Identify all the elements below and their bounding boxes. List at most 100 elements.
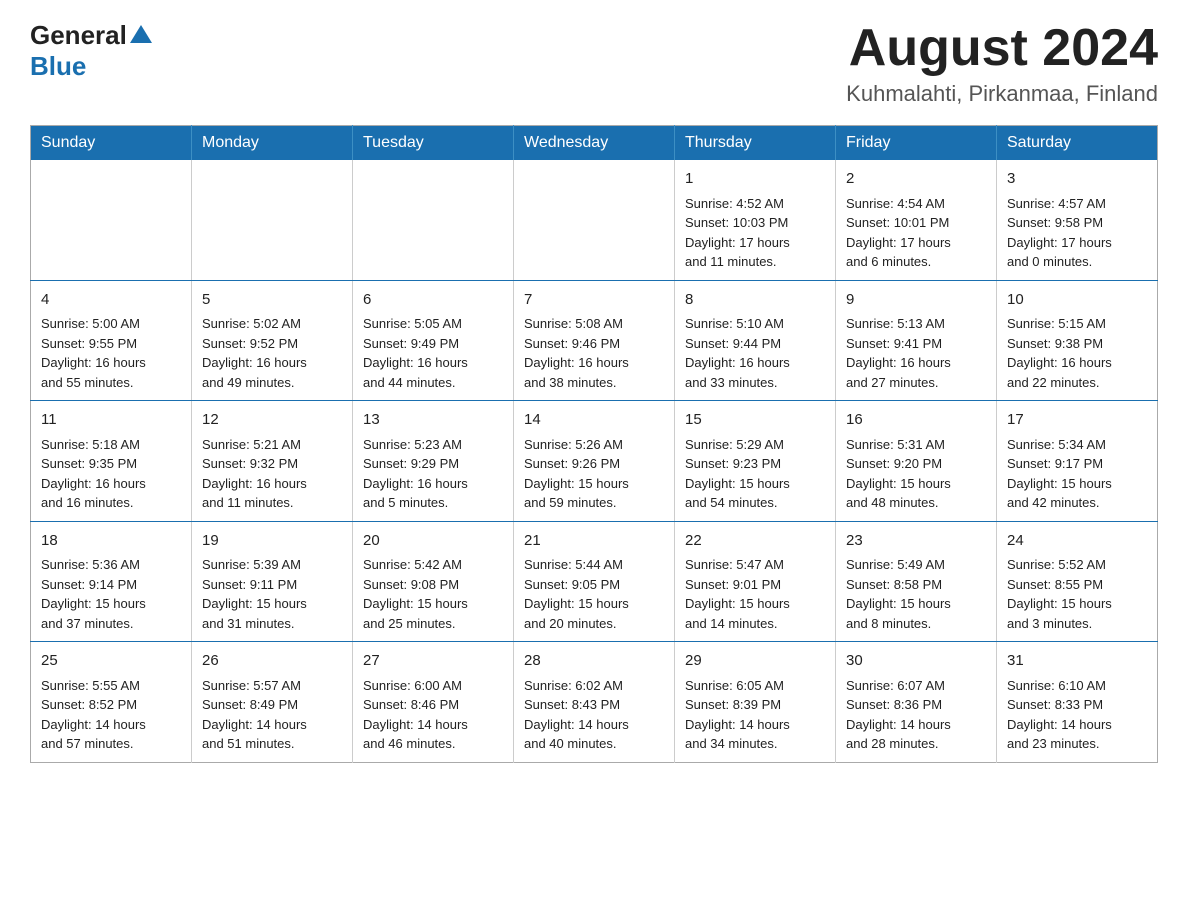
calendar-cell: 30 Sunrise: 6:07 AMSunset: 8:36 PMDayligh… <box>836 642 997 763</box>
day-number: 6 <box>363 289 503 312</box>
day-number: 1 <box>685 168 825 191</box>
day-info: Sunrise: 5:21 AMSunset: 9:32 PMDaylight:… <box>202 435 342 513</box>
day-info: Sunrise: 6:00 AMSunset: 8:46 PMDaylight:… <box>363 676 503 754</box>
calendar-cell: 20Sunrise: 5:42 AMSunset: 9:08 PMDayligh… <box>353 521 514 642</box>
calendar-cell: 13 Sunrise: 5:23 AMSunset: 9:29 PMDayligh… <box>353 401 514 522</box>
header-tuesday: Tuesday <box>353 126 514 161</box>
day-info: Sunrise: 5:44 AMSunset: 9:05 PMDaylight:… <box>524 555 664 633</box>
header-thursday: Thursday <box>675 126 836 161</box>
logo-text-general: General <box>30 20 127 51</box>
day-number: 27 <box>363 650 503 673</box>
day-number: 21 <box>524 530 664 553</box>
calendar-cell: 18Sunrise: 5:36 AMSunset: 9:14 PMDayligh… <box>31 521 192 642</box>
day-info: Sunrise: 4:57 AMSunset: 9:58 PMDaylight:… <box>1007 194 1147 272</box>
day-info: Sunrise: 4:54 AMSunset: 10:01 PMDaylight… <box>846 194 986 272</box>
calendar-cell: 28 Sunrise: 6:02 AMSunset: 8:43 PMDayligh… <box>514 642 675 763</box>
calendar-week-1: 1 Sunrise: 4:52 AMSunset: 10:03 PMDayligh… <box>31 160 1158 280</box>
calendar-cell <box>192 160 353 280</box>
day-info: Sunrise: 5:39 AMSunset: 9:11 PMDaylight:… <box>202 555 342 633</box>
calendar-cell: 7Sunrise: 5:08 AMSunset: 9:46 PMDaylight… <box>514 280 675 401</box>
day-number: 17 <box>1007 409 1147 432</box>
calendar-cell <box>353 160 514 280</box>
day-number: 29 <box>685 650 825 673</box>
page-header: General Blue August 2024 Kuhmalahti, Pir… <box>30 20 1158 107</box>
day-info: Sunrise: 5:52 AMSunset: 8:55 PMDaylight:… <box>1007 555 1147 633</box>
calendar-cell: 2 Sunrise: 4:54 AMSunset: 10:01 PMDayligh… <box>836 160 997 280</box>
calendar-header-row: SundayMondayTuesdayWednesdayThursdayFrid… <box>31 126 1158 161</box>
calendar-cell: 10Sunrise: 5:15 AMSunset: 9:38 PMDayligh… <box>997 280 1158 401</box>
day-number: 2 <box>846 168 986 191</box>
day-number: 28 <box>524 650 664 673</box>
header-saturday: Saturday <box>997 126 1158 161</box>
calendar-table: SundayMondayTuesdayWednesdayThursdayFrid… <box>30 125 1158 763</box>
day-info: Sunrise: 5:18 AMSunset: 9:35 PMDaylight:… <box>41 435 181 513</box>
calendar-cell: 6Sunrise: 5:05 AMSunset: 9:49 PMDaylight… <box>353 280 514 401</box>
calendar-cell: 21Sunrise: 5:44 AMSunset: 9:05 PMDayligh… <box>514 521 675 642</box>
day-info: Sunrise: 5:36 AMSunset: 9:14 PMDaylight:… <box>41 555 181 633</box>
calendar-cell: 26Sunrise: 5:57 AMSunset: 8:49 PMDayligh… <box>192 642 353 763</box>
calendar-cell: 8Sunrise: 5:10 AMSunset: 9:44 PMDaylight… <box>675 280 836 401</box>
calendar-cell: 17 Sunrise: 5:34 AMSunset: 9:17 PMDayligh… <box>997 401 1158 522</box>
day-info: Sunrise: 5:42 AMSunset: 9:08 PMDaylight:… <box>363 555 503 633</box>
day-number: 16 <box>846 409 986 432</box>
calendar-week-5: 25 Sunrise: 5:55 AMSunset: 8:52 PMDayligh… <box>31 642 1158 763</box>
calendar-cell <box>514 160 675 280</box>
calendar-cell: 15 Sunrise: 5:29 AMSunset: 9:23 PMDayligh… <box>675 401 836 522</box>
day-number: 24 <box>1007 530 1147 553</box>
calendar-cell: 9Sunrise: 5:13 AMSunset: 9:41 PMDaylight… <box>836 280 997 401</box>
day-number: 25 <box>41 650 181 673</box>
calendar-cell: 5Sunrise: 5:02 AMSunset: 9:52 PMDaylight… <box>192 280 353 401</box>
day-number: 19 <box>202 530 342 553</box>
day-info: Sunrise: 5:55 AMSunset: 8:52 PMDaylight:… <box>41 676 181 754</box>
day-info: Sunrise: 4:52 AMSunset: 10:03 PMDaylight… <box>685 194 825 272</box>
day-number: 30 <box>846 650 986 673</box>
day-number: 22 <box>685 530 825 553</box>
calendar-cell: 29 Sunrise: 6:05 AMSunset: 8:39 PMDayligh… <box>675 642 836 763</box>
calendar-cell: 19Sunrise: 5:39 AMSunset: 9:11 PMDayligh… <box>192 521 353 642</box>
day-info: Sunrise: 5:10 AMSunset: 9:44 PMDaylight:… <box>685 314 825 392</box>
day-info: Sunrise: 5:13 AMSunset: 9:41 PMDaylight:… <box>846 314 986 392</box>
calendar-cell: 3Sunrise: 4:57 AMSunset: 9:58 PMDaylight… <box>997 160 1158 280</box>
day-info: Sunrise: 5:49 AMSunset: 8:58 PMDaylight:… <box>846 555 986 633</box>
day-info: Sunrise: 6:10 AMSunset: 8:33 PMDaylight:… <box>1007 676 1147 754</box>
day-number: 8 <box>685 289 825 312</box>
title-block: August 2024 Kuhmalahti, Pirkanmaa, Finla… <box>846 20 1158 107</box>
day-number: 18 <box>41 530 181 553</box>
day-info: Sunrise: 5:15 AMSunset: 9:38 PMDaylight:… <box>1007 314 1147 392</box>
day-info: Sunrise: 5:02 AMSunset: 9:52 PMDaylight:… <box>202 314 342 392</box>
day-info: Sunrise: 5:47 AMSunset: 9:01 PMDaylight:… <box>685 555 825 633</box>
day-info: Sunrise: 5:34 AMSunset: 9:17 PMDaylight:… <box>1007 435 1147 513</box>
day-number: 13 <box>363 409 503 432</box>
calendar-cell: 4Sunrise: 5:00 AMSunset: 9:55 PMDaylight… <box>31 280 192 401</box>
calendar-cell <box>31 160 192 280</box>
header-sunday: Sunday <box>31 126 192 161</box>
calendar-cell: 1 Sunrise: 4:52 AMSunset: 10:03 PMDayligh… <box>675 160 836 280</box>
day-number: 7 <box>524 289 664 312</box>
day-number: 5 <box>202 289 342 312</box>
day-number: 31 <box>1007 650 1147 673</box>
day-info: Sunrise: 5:23 AMSunset: 9:29 PMDaylight:… <box>363 435 503 513</box>
header-friday: Friday <box>836 126 997 161</box>
day-info: Sunrise: 5:29 AMSunset: 9:23 PMDaylight:… <box>685 435 825 513</box>
calendar-cell: 14 Sunrise: 5:26 AMSunset: 9:26 PMDayligh… <box>514 401 675 522</box>
calendar-cell: 31 Sunrise: 6:10 AMSunset: 8:33 PMDayligh… <box>997 642 1158 763</box>
calendar-week-4: 18Sunrise: 5:36 AMSunset: 9:14 PMDayligh… <box>31 521 1158 642</box>
day-info: Sunrise: 5:57 AMSunset: 8:49 PMDaylight:… <box>202 676 342 754</box>
calendar-cell: 22Sunrise: 5:47 AMSunset: 9:01 PMDayligh… <box>675 521 836 642</box>
day-info: Sunrise: 5:00 AMSunset: 9:55 PMDaylight:… <box>41 314 181 392</box>
day-number: 14 <box>524 409 664 432</box>
day-info: Sunrise: 6:02 AMSunset: 8:43 PMDaylight:… <box>524 676 664 754</box>
day-number: 20 <box>363 530 503 553</box>
day-info: Sunrise: 6:07 AMSunset: 8:36 PMDaylight:… <box>846 676 986 754</box>
day-info: Sunrise: 6:05 AMSunset: 8:39 PMDaylight:… <box>685 676 825 754</box>
day-info: Sunrise: 5:26 AMSunset: 9:26 PMDaylight:… <box>524 435 664 513</box>
day-number: 15 <box>685 409 825 432</box>
calendar-cell: 27 Sunrise: 6:00 AMSunset: 8:46 PMDayligh… <box>353 642 514 763</box>
day-info: Sunrise: 5:08 AMSunset: 9:46 PMDaylight:… <box>524 314 664 392</box>
logo-triangle-icon <box>130 25 152 43</box>
calendar-location: Kuhmalahti, Pirkanmaa, Finland <box>846 81 1158 107</box>
day-number: 9 <box>846 289 986 312</box>
day-info: Sunrise: 5:31 AMSunset: 9:20 PMDaylight:… <box>846 435 986 513</box>
calendar-title: August 2024 <box>846 20 1158 77</box>
calendar-cell: 11Sunrise: 5:18 AMSunset: 9:35 PMDayligh… <box>31 401 192 522</box>
